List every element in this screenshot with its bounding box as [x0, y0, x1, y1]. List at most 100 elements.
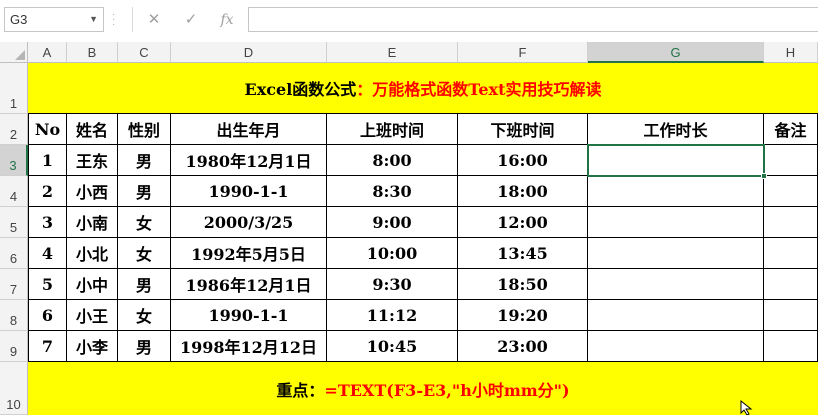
cell-notes[interactable] — [764, 176, 818, 207]
cell-name[interactable]: 小王 — [67, 300, 118, 331]
column-header-h[interactable]: H — [764, 42, 818, 63]
cell-gender[interactable]: 女 — [118, 207, 171, 238]
cell-birth[interactable]: 1986年12月1日 — [171, 269, 327, 300]
cell-duration[interactable] — [588, 176, 764, 207]
worksheet: A B C D E F G H 1 2 3 4 5 6 7 8 9 10 Exc… — [0, 42, 818, 415]
cell-notes[interactable] — [764, 145, 818, 176]
cell-gender[interactable]: 男 — [118, 269, 171, 300]
cell-gender[interactable]: 男 — [118, 176, 171, 207]
cell-notes[interactable] — [764, 238, 818, 269]
cell-start[interactable]: 9:00 — [327, 207, 458, 238]
cell-gender[interactable]: 女 — [118, 238, 171, 269]
cell-name[interactable]: 王东 — [67, 145, 118, 176]
column-header-c[interactable]: C — [118, 42, 171, 63]
drag-handle-icon[interactable]: · · · — [112, 10, 118, 30]
cell-end[interactable]: 16:00 — [458, 145, 588, 176]
insert-function-icon[interactable]: fx — [215, 8, 239, 32]
cell-start[interactable]: 11:12 — [327, 300, 458, 331]
cell-end[interactable]: 19:20 — [458, 300, 588, 331]
row-header-8[interactable]: 8 — [0, 300, 28, 331]
cell-birth[interactable]: 1980年12月1日 — [171, 145, 327, 176]
cell-notes[interactable] — [764, 300, 818, 331]
cell-end[interactable]: 12:00 — [458, 207, 588, 238]
cell-gender[interactable]: 女 — [118, 300, 171, 331]
cell-duration[interactable] — [588, 207, 764, 238]
cell-gender[interactable]: 男 — [118, 145, 171, 176]
cell-no[interactable]: 4 — [28, 238, 67, 269]
cell-notes[interactable] — [764, 269, 818, 300]
cell-end[interactable]: 18:00 — [458, 176, 588, 207]
cell-end[interactable]: 13:45 — [458, 238, 588, 269]
cell-duration[interactable] — [588, 331, 764, 362]
column-header-a[interactable]: A — [28, 42, 67, 63]
header-cell-duration[interactable]: 工作时长 — [588, 114, 764, 145]
select-all-button[interactable] — [0, 42, 28, 63]
cell-end[interactable]: 23:00 — [458, 331, 588, 362]
cell-duration[interactable] — [588, 145, 764, 176]
cell-end[interactable]: 18:50 — [458, 269, 588, 300]
row-header-9[interactable]: 9 — [0, 331, 28, 362]
column-header-d[interactable]: D — [171, 42, 327, 63]
cell-notes[interactable] — [764, 331, 818, 362]
row-header-5[interactable]: 5 — [0, 207, 28, 238]
cell-no[interactable]: 3 — [28, 207, 67, 238]
cell-no[interactable]: 5 — [28, 269, 67, 300]
cell-duration[interactable] — [588, 300, 764, 331]
row-header-10[interactable]: 10 — [0, 362, 28, 415]
cell-birth[interactable]: 1998年12月12日 — [171, 331, 327, 362]
cell-start[interactable]: 8:00 — [327, 145, 458, 176]
cell-gender[interactable]: 男 — [118, 331, 171, 362]
footer-label: 重点： — [276, 380, 325, 400]
cell-no[interactable]: 1 — [28, 145, 67, 176]
mouse-cursor-icon — [740, 400, 753, 415]
enter-icon[interactable]: ✓ — [179, 8, 203, 32]
column-header-b[interactable]: B — [67, 42, 118, 63]
fill-handle[interactable] — [761, 173, 767, 179]
cell-birth[interactable]: 1990-1-1 — [171, 300, 327, 331]
chevron-down-icon[interactable]: ▼ — [89, 8, 98, 31]
header-cell-no[interactable]: No — [28, 114, 67, 145]
header-cell-gender[interactable]: 性别 — [118, 114, 171, 145]
cell-duration[interactable] — [588, 269, 764, 300]
column-header-f[interactable]: F — [458, 42, 588, 63]
column-header-e[interactable]: E — [327, 42, 458, 63]
title-part-black: Excel函数公式 — [244, 80, 357, 99]
cell-start[interactable]: 10:45 — [327, 331, 458, 362]
footer-banner[interactable]: 重点： =TEXT(F3-E3,"h小时mm分") — [28, 362, 818, 415]
cell-name[interactable]: 小李 — [67, 331, 118, 362]
header-cell-end[interactable]: 下班时间 — [458, 114, 588, 145]
cell-name[interactable]: 小中 — [67, 269, 118, 300]
cell-birth[interactable]: 1992年5月5日 — [171, 238, 327, 269]
cell-no[interactable]: 7 — [28, 331, 67, 362]
row-header-1[interactable]: 1 — [0, 63, 28, 114]
name-box[interactable]: G3 ▼ — [4, 7, 104, 32]
cell-no[interactable]: 2 — [28, 176, 67, 207]
header-cell-name[interactable]: 姓名 — [67, 114, 118, 145]
cell-name[interactable]: 小北 — [67, 238, 118, 269]
cell-name[interactable]: 小西 — [67, 176, 118, 207]
cell-notes[interactable] — [764, 207, 818, 238]
cell-no[interactable]: 6 — [28, 300, 67, 331]
name-box-value: G3 — [10, 12, 28, 27]
header-cell-start[interactable]: 上班时间 — [327, 114, 458, 145]
row-header-6[interactable]: 6 — [0, 238, 28, 269]
row-header-3[interactable]: 3 — [0, 145, 28, 176]
row-header-7[interactable]: 7 — [0, 269, 28, 300]
cell-birth[interactable]: 2000/3/25 — [171, 207, 327, 238]
formula-input[interactable] — [248, 7, 818, 32]
cell-start[interactable]: 10:00 — [327, 238, 458, 269]
row-header-4[interactable]: 4 — [0, 176, 28, 207]
column-header-g[interactable]: G — [588, 42, 764, 63]
row-header-2[interactable]: 2 — [0, 114, 28, 145]
header-cell-notes[interactable]: 备注 — [764, 114, 818, 145]
cancel-icon[interactable]: ✕ — [142, 8, 166, 32]
cell-start[interactable]: 8:30 — [327, 176, 458, 207]
header-cell-birth[interactable]: 出生年月 — [171, 114, 327, 145]
cell-name[interactable]: 小南 — [67, 207, 118, 238]
formula-bar-divider — [132, 7, 133, 32]
title-part-red: ：万能格式函数Text实用技巧解读 — [356, 80, 602, 99]
cell-birth[interactable]: 1990-1-1 — [171, 176, 327, 207]
cell-start[interactable]: 9:30 — [327, 269, 458, 300]
cell-duration[interactable] — [588, 238, 764, 269]
title-banner[interactable]: Excel函数公式 ：万能格式函数Text实用技巧解读 — [28, 63, 818, 114]
